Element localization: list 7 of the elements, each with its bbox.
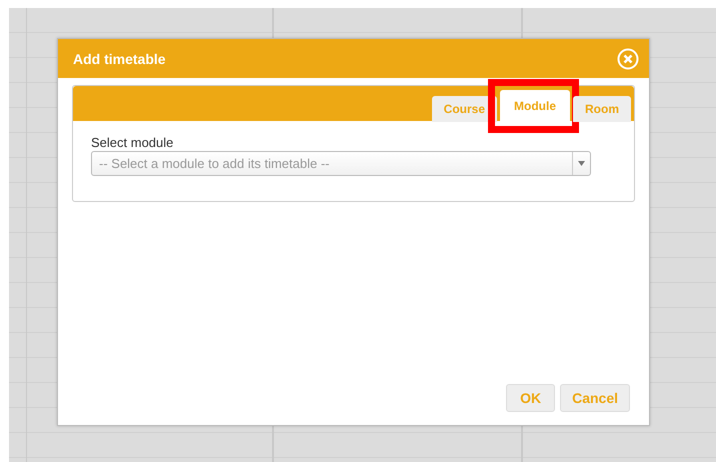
module-select[interactable]: -- Select a module to add its timetable -- [91,151,591,176]
dialog-title: Add timetable [73,50,166,66]
tab[interactable]: Module [500,90,570,122]
tab[interactable]: Room [573,96,631,122]
ok-button[interactable]: OK [506,384,556,412]
cancel-button[interactable]: Cancel [560,384,630,412]
field-label: Select module [91,135,174,150]
